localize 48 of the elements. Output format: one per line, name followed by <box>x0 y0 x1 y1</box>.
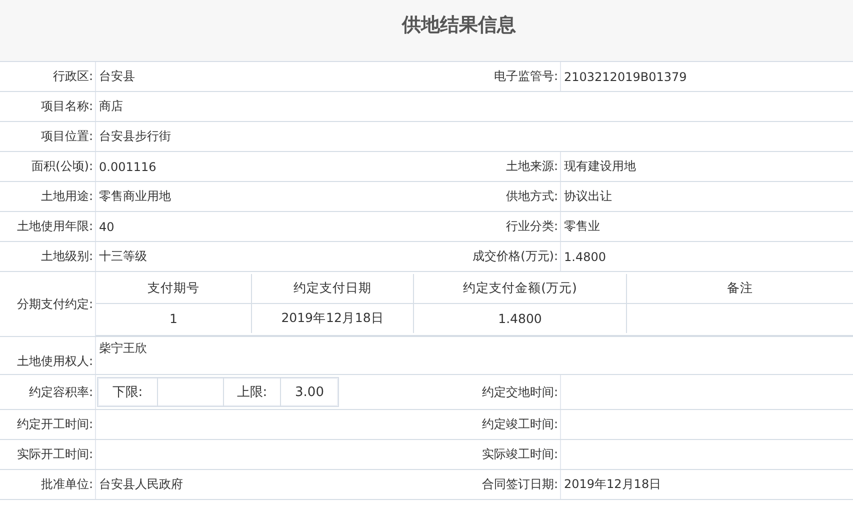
field-label: 土地来源: <box>506 158 558 175</box>
field-label: 约定开工时间: <box>16 416 93 433</box>
field-value: 柴宁王欣 <box>99 340 147 357</box>
field-value: 现有建设用地 <box>564 158 636 175</box>
field-value: 台安县 <box>99 68 135 85</box>
field-label: 分期支付约定: <box>16 296 93 312</box>
column-header: 支付期号 <box>148 280 200 297</box>
field-label: 土地使用权人: <box>16 353 93 370</box>
column-header: 备注 <box>727 280 753 297</box>
field-value: 40 <box>99 220 114 234</box>
field-value: 台安县人民政府 <box>99 476 183 493</box>
field-label: 约定容积率: <box>28 384 93 400</box>
column-header: 约定支付金额(万元) <box>463 280 577 297</box>
column-header: 约定支付日期 <box>294 280 372 297</box>
field-value: 台安县步行街 <box>99 128 171 145</box>
field-value: 零售商业用地 <box>99 188 171 205</box>
field-value: 十三等级 <box>99 248 147 265</box>
field-value: 2019年12月18日 <box>564 476 662 493</box>
field-label: 下限: <box>112 384 143 401</box>
field-label: 电子监管号: <box>494 68 558 85</box>
field-label: 土地用途: <box>40 188 93 205</box>
page-title: 供地结果信息 <box>402 12 516 38</box>
field-label: 实际竣工时间: <box>482 446 558 463</box>
field-value: 1.4800 <box>564 250 606 264</box>
field-label: 行业分类: <box>506 218 558 235</box>
field-label: 土地级别: <box>40 248 93 265</box>
field-label: 项目名称: <box>40 98 93 115</box>
field-value: 0.001116 <box>99 160 156 174</box>
field-value: 零售业 <box>564 218 600 235</box>
field-label: 约定竣工时间: <box>482 416 558 433</box>
field-label: 实际开工时间: <box>16 446 93 463</box>
field-label: 行政区: <box>52 68 93 85</box>
table-cell: 2019年12月18日 <box>281 310 384 327</box>
field-value: 商店 <box>99 98 123 115</box>
field-label: 土地使用年限: <box>16 218 93 235</box>
field-label: 项目位置: <box>40 128 93 145</box>
field-label: 批准单位: <box>40 476 93 493</box>
field-value: 协议出让 <box>564 188 612 205</box>
field-label: 供地方式: <box>506 188 558 205</box>
field-label: 合同签订日期: <box>482 476 558 493</box>
field-label: 面积(公顷): <box>32 158 93 175</box>
field-label: 上限: <box>236 384 268 401</box>
table-cell: 1 <box>170 311 178 326</box>
field-value: 3.00 <box>295 384 324 400</box>
table-cell: 1.4800 <box>498 311 542 326</box>
field-value: 2103212019B01379 <box>564 70 687 84</box>
field-label: 成交价格(万元): <box>472 248 558 265</box>
field-label: 约定交地时间: <box>482 384 558 400</box>
